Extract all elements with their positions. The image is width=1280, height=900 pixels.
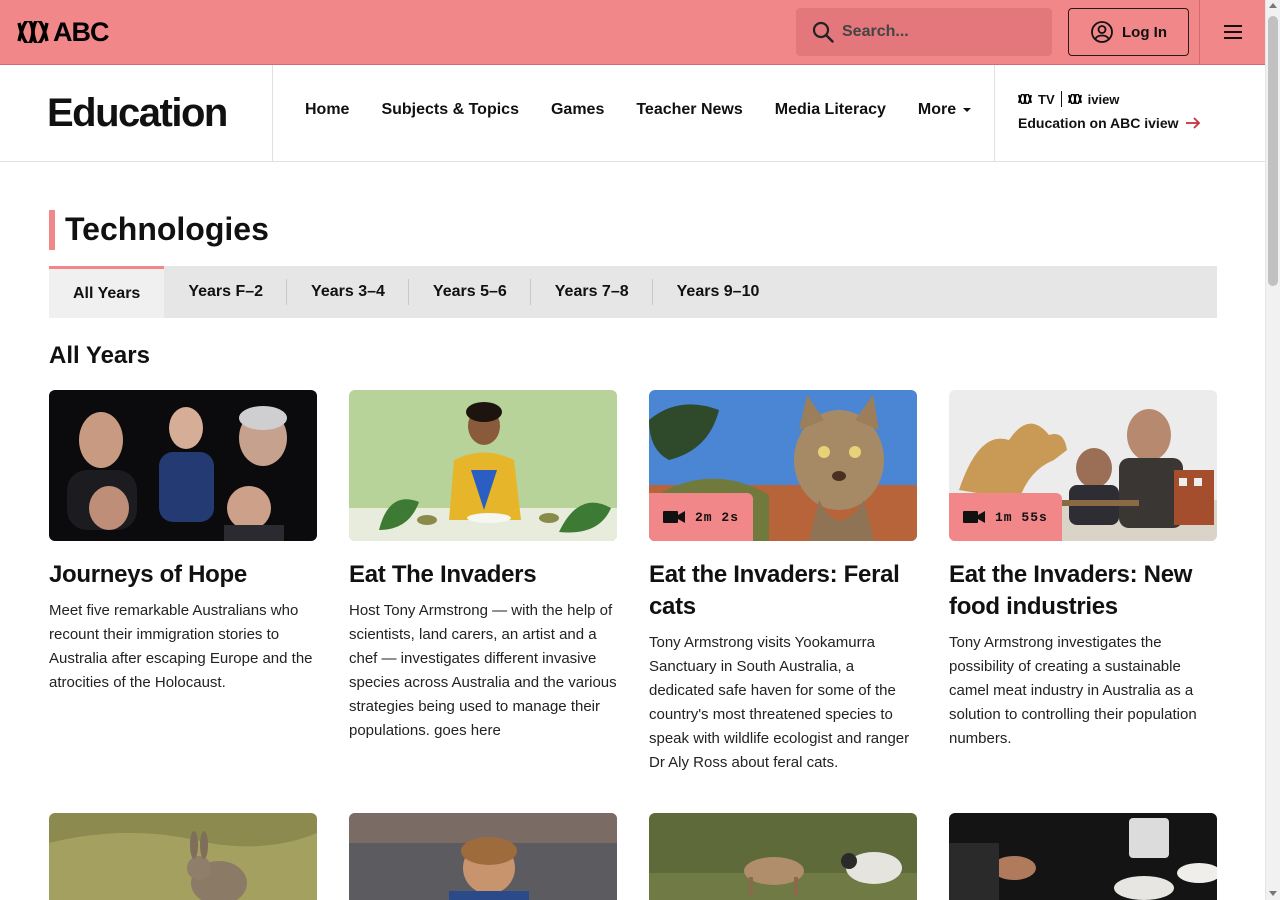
- portrait-collage-image: [49, 390, 317, 541]
- iview-link-label: Education on ABC iview: [1018, 115, 1179, 131]
- user-circle-icon: [1091, 21, 1113, 43]
- arrow-right-icon: [1185, 117, 1200, 129]
- site-title[interactable]: Education: [47, 91, 228, 136]
- nav-teacher-news[interactable]: Teacher News: [636, 101, 742, 119]
- abc-iview-label: iview: [1087, 91, 1120, 107]
- tab-years-5-6[interactable]: Years 5–6: [409, 266, 531, 318]
- video-camera-icon: [963, 511, 985, 523]
- divider: [272, 65, 273, 161]
- tab-years-3-4[interactable]: Years 3–4: [287, 266, 409, 318]
- tab-label: Years 5–6: [432, 283, 507, 300]
- card-thumbnail[interactable]: 2m 2s: [649, 390, 917, 541]
- page-title: Technologies: [49, 210, 269, 250]
- search-icon: [812, 21, 834, 43]
- card-thumbnail[interactable]: [649, 813, 917, 900]
- tab-label: Years F–2: [188, 283, 264, 300]
- nav-games[interactable]: Games: [551, 101, 604, 119]
- card-description: Tony Armstrong investigates the possibil…: [949, 634, 1197, 747]
- card-title[interactable]: Eat the Invaders: New food industries: [949, 559, 1217, 623]
- abc-small-icon: [1018, 94, 1032, 104]
- card-thumbnail[interactable]: [49, 390, 317, 541]
- tab-label: Years 7–8: [554, 283, 629, 300]
- scroll-down-arrow-icon[interactable]: [1269, 891, 1277, 896]
- card-thumbnail[interactable]: [949, 813, 1217, 900]
- card-description: Meet five remarkable Australians who rec…: [49, 602, 313, 691]
- tab-all-years[interactable]: All Years: [49, 266, 165, 318]
- goats-image: [649, 813, 917, 900]
- video-duration-badge: 2m 2s: [649, 493, 754, 541]
- iview-logos: TV iview: [1018, 91, 1201, 107]
- duration-text: 1m 55s: [995, 509, 1048, 525]
- card-thumbnail[interactable]: 1m 55s: [949, 390, 1217, 541]
- hamburger-icon: [1223, 25, 1242, 39]
- nav-media-literacy[interactable]: Media Literacy: [775, 101, 886, 119]
- content-card[interactable]: Journeys of Hope Meet five remarkable Au…: [49, 390, 317, 695]
- card-thumbnail[interactable]: [49, 813, 317, 900]
- caret-down-icon: [963, 108, 972, 112]
- tab-years-9-10[interactable]: Years 9–10: [653, 266, 784, 318]
- card-title[interactable]: Eat The Invaders: [349, 559, 617, 591]
- scrollbar-thumb[interactable]: [1268, 16, 1278, 286]
- presenter-image: [349, 390, 617, 541]
- page-scrollbar[interactable]: [1265, 0, 1280, 900]
- search-box[interactable]: [796, 8, 1052, 56]
- abc-lissajous-icon: [17, 21, 49, 43]
- card-thumbnail[interactable]: [349, 813, 617, 900]
- nav-more-label: More: [917, 101, 957, 118]
- abc-small-icon: [1067, 94, 1082, 104]
- divider: [1060, 91, 1062, 107]
- abc-wordmark: ABC: [53, 17, 109, 47]
- card-description: Host Tony Armstrong — with the help of s…: [349, 602, 617, 739]
- content-card[interactable]: Eat The Invaders Host Tony Armstrong — w…: [349, 390, 617, 743]
- rabbit-image: [49, 813, 317, 900]
- card-title[interactable]: Eat the Invaders: Feral cats: [649, 559, 917, 623]
- year-tabs: All Years Years F–2 Years 3–4 Years 5–6 …: [49, 266, 1217, 318]
- nav-home[interactable]: Home: [305, 101, 349, 119]
- chef-cooking-image: [949, 813, 1217, 900]
- boy-reading-image: [349, 813, 617, 900]
- tab-years-7-8[interactable]: Years 7–8: [531, 266, 653, 318]
- content-card[interactable]: 2m 2s Eat the Invaders: Feral cats Tony …: [649, 390, 917, 775]
- main-nav: Home Subjects & Topics Games Teacher New…: [305, 101, 972, 119]
- scroll-up-arrow-icon[interactable]: [1269, 3, 1277, 8]
- education-header: Education Home Subjects & Topics Games T…: [0, 65, 1265, 162]
- video-camera-icon: [663, 511, 685, 523]
- tab-years-f-2[interactable]: Years F–2: [164, 266, 288, 318]
- tab-label: Years 3–4: [311, 283, 385, 300]
- top-bar: ABC Log In: [0, 0, 1265, 65]
- card-title[interactable]: Journeys of Hope: [49, 559, 317, 591]
- iview-link[interactable]: Education on ABC iview: [1018, 115, 1201, 131]
- abc-tv-label: TV: [1038, 91, 1055, 107]
- card-description: Tony Armstrong visits Yookamurra Sanctua…: [649, 634, 910, 771]
- duration-text: 2m 2s: [695, 509, 740, 525]
- hamburger-menu-button[interactable]: [1199, 0, 1265, 64]
- tab-label: Years 9–10: [676, 283, 760, 300]
- login-label: Log In: [1122, 23, 1167, 41]
- divider: [994, 65, 995, 161]
- nav-subjects-topics[interactable]: Subjects & Topics: [381, 101, 519, 119]
- video-duration-badge: 1m 55s: [949, 493, 1062, 541]
- section-heading: All Years: [49, 342, 150, 369]
- card-thumbnail[interactable]: [349, 390, 617, 541]
- abc-logo[interactable]: ABC: [17, 17, 109, 47]
- content-card[interactable]: 1m 55s Eat the Invaders: New food indust…: [949, 390, 1217, 751]
- nav-more[interactable]: More: [918, 101, 972, 119]
- tab-label: All Years: [73, 284, 141, 302]
- iview-promo: TV iview Education on ABC iview: [1018, 91, 1201, 131]
- login-button[interactable]: Log In: [1068, 8, 1189, 56]
- search-input[interactable]: [842, 23, 1032, 41]
